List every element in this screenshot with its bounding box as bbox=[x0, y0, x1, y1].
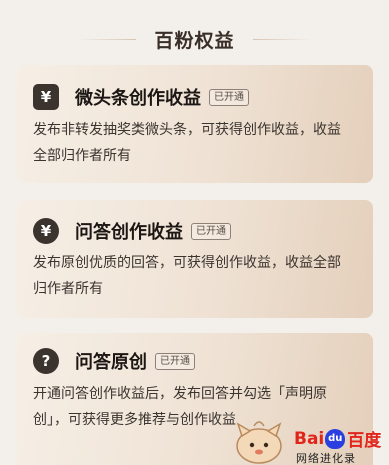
yen-circle-icon: ¥ bbox=[33, 218, 59, 244]
mascot-icon bbox=[236, 421, 282, 464]
divider-left bbox=[78, 38, 137, 40]
baidu-logo: Bai du 百度 bbox=[294, 426, 381, 451]
paw-icon: du bbox=[325, 428, 346, 449]
description-line: 开通问答创作收益后，发布回答并勾选「声明原 bbox=[33, 386, 327, 402]
description-line: 发布原创优质的回答，可获得创作收益，收益全部 bbox=[33, 255, 341, 271]
yen-icon: ¥ bbox=[33, 84, 59, 110]
section-title: 百粉权益 bbox=[154, 29, 235, 52]
card-title: 问答原创 bbox=[75, 352, 147, 373]
card-title: 微头条创作收益 bbox=[75, 88, 201, 109]
baidu-watermark: Bai du 百度 网络进化录 bbox=[226, 410, 389, 465]
card-header: ¥ 微头条创作收益 已开通 bbox=[33, 84, 249, 110]
description-line: 发布非转发抽奖类微头条，可获得创作收益，收益 bbox=[33, 122, 341, 138]
card-description: 发布非转发抽奖类微头条，可获得创作收益，收益 全部归作者所有 bbox=[33, 117, 363, 169]
logo-text-cn: 百度 bbox=[347, 431, 382, 451]
status-badge: 已开通 bbox=[155, 352, 195, 370]
card-header: ? 问答原创 已开通 bbox=[33, 348, 195, 374]
card-header: ¥ 问答创作收益 已开通 bbox=[33, 218, 231, 244]
description-line: 归作者所有 bbox=[33, 281, 103, 297]
watermark-subtitle: 网络进化录 bbox=[296, 452, 356, 465]
status-badge: 已开通 bbox=[209, 88, 249, 106]
description-line: 全部归作者所有 bbox=[33, 148, 131, 164]
card-title: 问答创作收益 bbox=[75, 222, 183, 243]
benefit-card-qa-revenue[interactable]: ¥ 问答创作收益 已开通 发布原创优质的回答，可获得创作收益，收益全部 归作者所… bbox=[16, 200, 373, 318]
card-description: 发布原创优质的回答，可获得创作收益，收益全部 归作者所有 bbox=[33, 250, 363, 302]
question-circle-icon: ? bbox=[33, 348, 59, 374]
status-badge: 已开通 bbox=[191, 222, 231, 240]
benefit-card-weitoutiao[interactable]: ¥ 微头条创作收益 已开通 发布非转发抽奖类微头条，可获得创作收益，收益 全部归… bbox=[16, 65, 373, 183]
divider-right bbox=[252, 38, 311, 40]
logo-text: Bai bbox=[294, 428, 325, 449]
